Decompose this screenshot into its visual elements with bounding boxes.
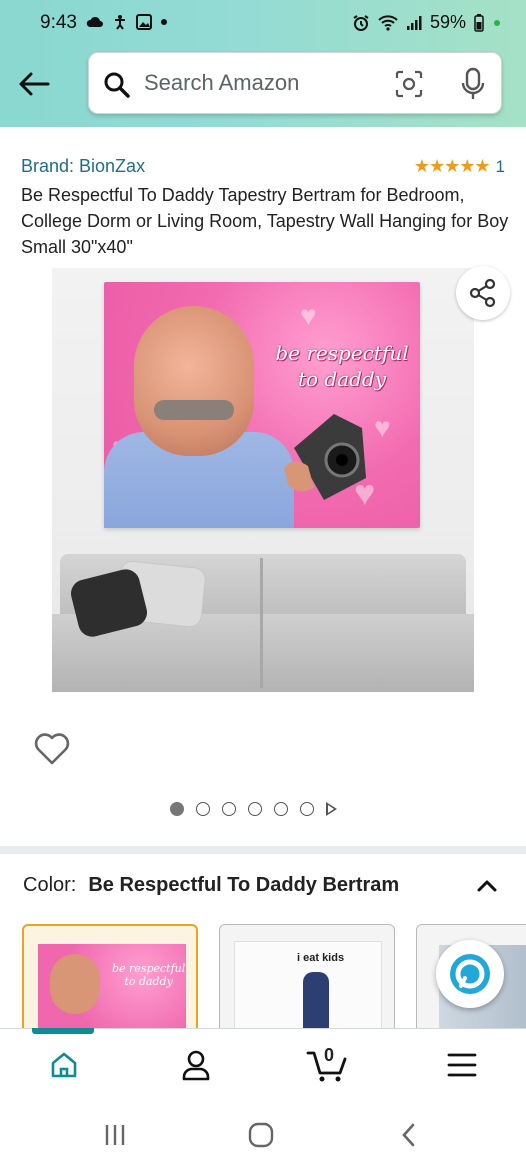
charging-dot xyxy=(494,19,500,26)
accessibility-icon xyxy=(115,15,125,30)
color-swatch-selected[interactable]: be respectful to daddy xyxy=(22,924,198,1034)
recent-apps-icon xyxy=(105,1125,125,1145)
back-button[interactable] xyxy=(14,64,54,104)
swatch-caption-line: to daddy xyxy=(124,975,173,988)
swatch-caption: be respectful to daddy xyxy=(112,962,185,988)
color-value: Be Respectful To Daddy Bertram xyxy=(88,874,400,896)
alexa-icon xyxy=(450,954,490,994)
android-navigation-bar xyxy=(0,1100,526,1169)
sofa-divider xyxy=(260,558,263,688)
swatch-caption-line: be respectful xyxy=(112,962,186,975)
color-swatch[interactable]: i eat kids xyxy=(219,924,395,1034)
active-tab-indicator xyxy=(32,1028,94,1034)
sofa-graphic xyxy=(52,554,474,692)
tapestry-caption: be respectful to daddy xyxy=(262,340,422,392)
signal-icon xyxy=(406,15,422,30)
battery-percent: 59% xyxy=(429,12,466,32)
swatch-image: be respectful to daddy xyxy=(38,944,186,1032)
image-pagination xyxy=(170,802,337,816)
wifi-icon xyxy=(378,14,398,31)
status-bar: 9:43 59% xyxy=(0,0,526,48)
nav-home[interactable] xyxy=(44,1045,84,1085)
color-variation-header[interactable]: Color: Be Respectful To Daddy Bertram xyxy=(23,874,503,902)
brand-row: Brand: BionZax ★★★★★ 1 xyxy=(21,156,511,182)
product-image[interactable]: ♥ ♥ ♥ ♥ be respectful to daddy xyxy=(52,268,474,692)
pistol-graphic xyxy=(284,414,366,500)
cloud-icon xyxy=(86,16,103,27)
nav-menu[interactable] xyxy=(442,1045,482,1085)
pagination-dot[interactable] xyxy=(196,802,210,816)
search-box[interactable]: Search Amazon xyxy=(88,52,502,114)
menu-icon xyxy=(447,1053,477,1077)
figure-mustache xyxy=(154,400,234,420)
pagination-dot[interactable] xyxy=(300,802,314,816)
wishlist-button[interactable] xyxy=(34,732,70,768)
tapestry-caption-line: be respectful xyxy=(275,341,409,365)
gallery-icon xyxy=(136,14,152,30)
nav-account[interactable] xyxy=(176,1045,216,1085)
home-icon xyxy=(51,1052,77,1078)
section-divider xyxy=(0,846,526,854)
tapestry-caption-line: to daddy xyxy=(297,367,387,391)
status-icons-left xyxy=(86,14,168,30)
cart-count: 0 xyxy=(324,1045,335,1065)
home-circle-icon xyxy=(248,1122,274,1148)
camera-scan-icon[interactable] xyxy=(394,69,424,99)
pagination-dot[interactable] xyxy=(274,802,288,816)
status-time: 9:43 xyxy=(40,12,77,33)
search-input[interactable]: Search Amazon xyxy=(144,70,299,96)
pagination-dot[interactable] xyxy=(248,802,262,816)
home-system-button[interactable] xyxy=(246,1120,276,1150)
product-title: Be Respectful To Daddy Tapestry Bertram … xyxy=(21,185,509,257)
swatch-face xyxy=(50,954,100,1014)
app-header: 9:43 59% Search Amazon xyxy=(0,0,526,127)
video-play-icon[interactable] xyxy=(326,802,337,816)
rating[interactable]: ★★★★★ 1 xyxy=(414,156,505,177)
search-icon xyxy=(104,72,130,98)
color-label: Color: xyxy=(23,874,77,896)
arrow-left-icon xyxy=(19,72,50,96)
pagination-dot[interactable] xyxy=(222,802,236,816)
chevron-up-icon[interactable] xyxy=(471,870,503,902)
dot-icon xyxy=(161,19,167,25)
recent-apps-button[interactable] xyxy=(100,1120,130,1150)
battery-icon xyxy=(474,13,484,32)
figure-face xyxy=(134,306,254,456)
app-root: 9:43 59% Search Amazon Brand: BionZax ★★… xyxy=(0,0,526,1169)
heart-outline-icon xyxy=(34,733,70,765)
rating-count: 1 xyxy=(495,156,505,176)
heart-decoration: ♥ xyxy=(374,412,391,443)
system-back-button[interactable] xyxy=(394,1120,424,1150)
alexa-button[interactable] xyxy=(436,940,504,1008)
brand-link[interactable]: Brand: BionZax xyxy=(21,156,145,176)
swatch-caption: i eat kids xyxy=(297,952,345,964)
swatch-figure xyxy=(303,972,329,1032)
account-icon xyxy=(182,1050,210,1081)
tapestry-image: ♥ ♥ ♥ ♥ be respectful to daddy xyxy=(104,282,420,528)
heart-decoration: ♥ xyxy=(300,300,317,331)
nav-cart[interactable]: 0 xyxy=(306,1045,350,1085)
star-rating-icon: ★★★★★ xyxy=(413,156,491,176)
share-button[interactable] xyxy=(456,266,510,320)
share-icon xyxy=(469,278,496,308)
swatch-image: i eat kids xyxy=(234,941,382,1033)
pagination-dot-active[interactable] xyxy=(170,802,184,816)
status-icons-right: 59% xyxy=(352,12,500,33)
alarm-icon xyxy=(353,14,369,31)
microphone-icon[interactable] xyxy=(460,67,486,101)
chevron-left-icon xyxy=(402,1123,415,1147)
bottom-navigation: 0 xyxy=(0,1028,526,1100)
